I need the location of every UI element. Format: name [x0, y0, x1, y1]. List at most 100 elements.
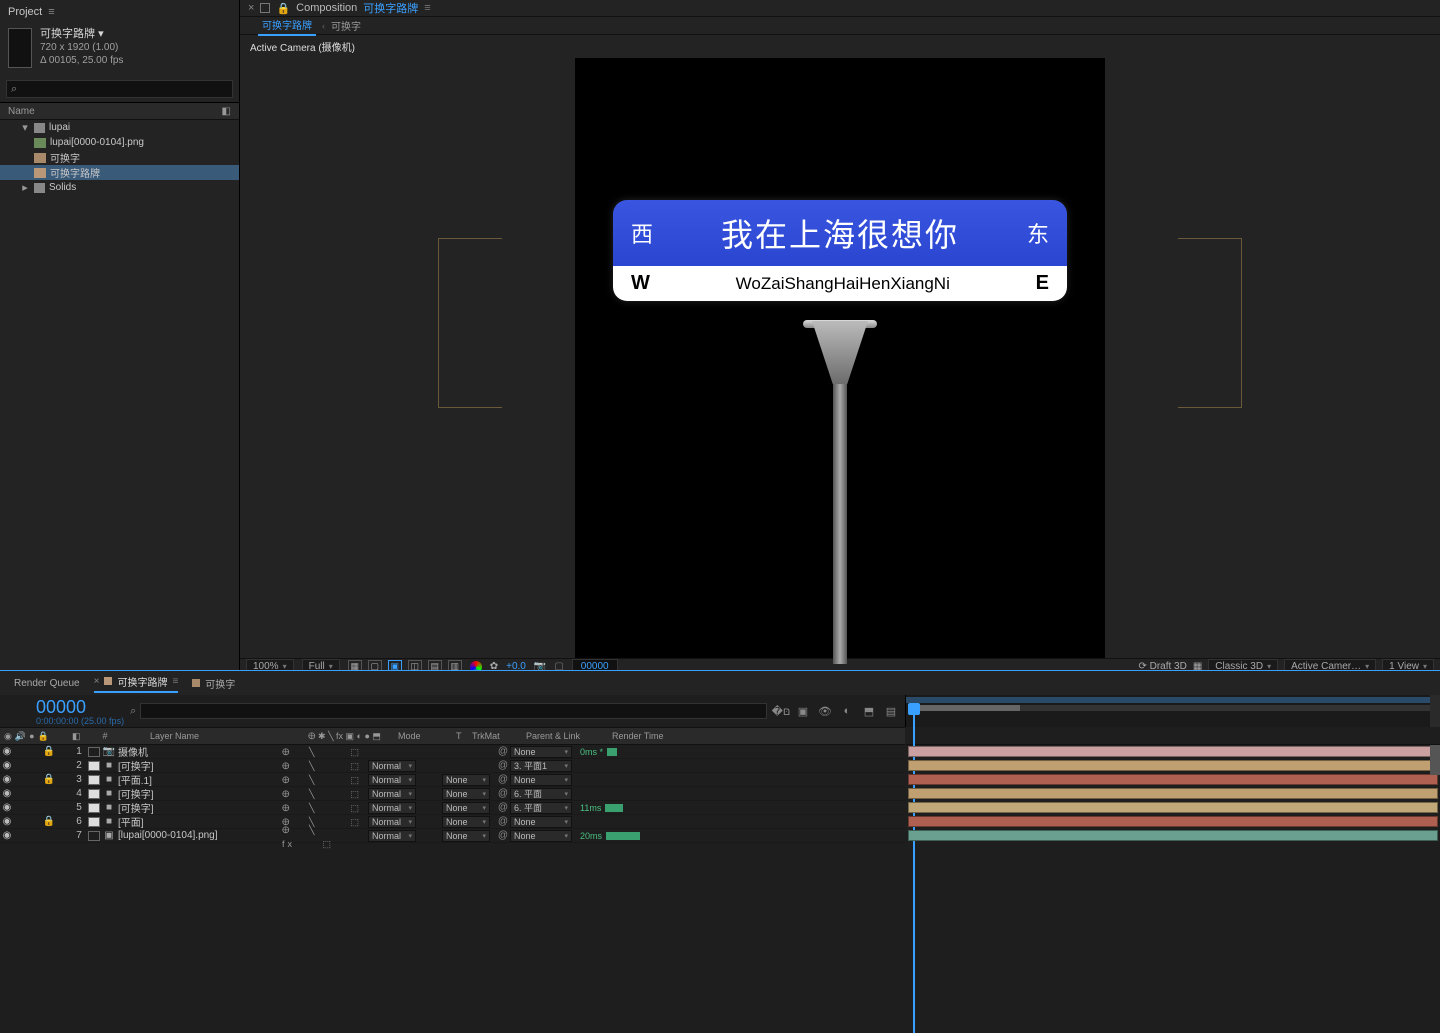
- visibility-toggle[interactable]: ◉: [0, 760, 14, 771]
- layer-duration-bar[interactable]: [908, 802, 1438, 813]
- visibility-toggle[interactable]: ◉: [0, 774, 14, 785]
- visibility-toggle[interactable]: ◉: [0, 746, 14, 757]
- trkmat-select[interactable]: None▾: [442, 830, 490, 842]
- item-sequence[interactable]: lupai[0000-0104].png: [0, 135, 239, 150]
- panel-menu-icon[interactable]: ≡: [48, 6, 54, 18]
- project-search-input[interactable]: [17, 81, 228, 98]
- close-tab-icon[interactable]: ×: [248, 2, 254, 14]
- visibility-toggle[interactable]: ◉: [0, 816, 14, 827]
- pickwhip-icon[interactable]: @: [496, 802, 510, 813]
- col-parent[interactable]: Parent & Link: [526, 731, 612, 741]
- trkmat-select[interactable]: None▾: [442, 802, 490, 814]
- project-search[interactable]: ⌕: [6, 80, 233, 98]
- lock-icon[interactable]: 🔒: [276, 2, 290, 15]
- tab-comp-name[interactable]: 可换字路牌: [363, 0, 418, 16]
- layer-name[interactable]: [平面.1]: [118, 772, 278, 787]
- layer-row[interactable]: ◉5■[可换字]🜨 ╲ ⬚Normal▾None▾@6. 平面▾11ms: [0, 801, 905, 815]
- breadcrumb-next[interactable]: 可换字: [331, 18, 361, 33]
- layer-row[interactable]: ◉🔒6■[平面]🜨 ╲ ⬚Normal▾None▾@None▾: [0, 815, 905, 829]
- layer-duration-bar[interactable]: [908, 816, 1438, 827]
- audio-col-icon[interactable]: 🔊: [15, 731, 26, 742]
- visibility-toggle[interactable]: ◉: [0, 802, 14, 813]
- work-area[interactable]: [906, 697, 1440, 703]
- layer-switches[interactable]: 🜨 ╲ fx ⬚: [278, 821, 368, 850]
- current-time[interactable]: 00000: [36, 697, 124, 718]
- layer-row[interactable]: ◉🔒3■[平面.1]🜨 ╲ ⬚Normal▾None▾@None▾: [0, 773, 905, 787]
- col-mode[interactable]: Mode: [398, 731, 456, 741]
- tab-comp-main[interactable]: ×可换字路牌≡: [94, 674, 179, 693]
- blend-mode-select[interactable]: Normal▾: [368, 760, 416, 772]
- comp-viewer[interactable]: 西 我在上海很想你 东 W WoZaiShangHaiHenXiangNi E: [240, 58, 1440, 658]
- comp-thumbnail[interactable]: [8, 28, 32, 68]
- item-comp2[interactable]: 可换字路牌: [0, 165, 239, 180]
- dropdown-icon[interactable]: ▾: [98, 28, 104, 40]
- label-icon[interactable]: ◧: [222, 106, 231, 117]
- timeline-vscroll[interactable]: [1430, 695, 1440, 727]
- pickwhip-icon[interactable]: @: [496, 774, 510, 785]
- col-layer-name[interactable]: Layer Name: [148, 731, 308, 741]
- blend-mode-select[interactable]: Normal▾: [368, 788, 416, 800]
- layer-duration-bar[interactable]: [908, 788, 1438, 799]
- lock-toggle[interactable]: 🔒: [42, 774, 56, 785]
- motion-blur-icon[interactable]: ⬒: [861, 703, 877, 719]
- lock-toggle[interactable]: 🔒: [42, 816, 56, 827]
- tab-render-queue[interactable]: Render Queue: [14, 678, 80, 689]
- trkmat-select[interactable]: None▾: [442, 816, 490, 828]
- layer-duration-bar[interactable]: [908, 830, 1438, 841]
- layer-name[interactable]: [平面]: [118, 814, 278, 829]
- col-trkmat[interactable]: TrkMat: [472, 731, 526, 741]
- visibility-toggle[interactable]: ◉: [0, 830, 14, 841]
- tab-menu-icon[interactable]: ≡: [424, 2, 430, 14]
- pickwhip-icon[interactable]: @: [496, 830, 510, 841]
- visibility-toggle[interactable]: ◉: [0, 788, 14, 799]
- parent-select[interactable]: 3. 平面1▾: [510, 760, 572, 772]
- draft-3d-icon[interactable]: ▣: [795, 703, 811, 719]
- comp-mini-flowchart-icon[interactable]: �םּ: [773, 703, 789, 719]
- layer-row[interactable]: ◉4■[可换字]🜨 ╲ ⬚Normal▾None▾@6. 平面▾: [0, 787, 905, 801]
- col-render-time[interactable]: Render Time: [612, 731, 682, 741]
- label-col-icon[interactable]: ◧: [72, 731, 96, 742]
- timeline-search-input[interactable]: [140, 703, 767, 719]
- tab-comp-sub[interactable]: 可换字: [192, 676, 235, 691]
- layer-name[interactable]: [可换字]: [118, 786, 278, 801]
- parent-select[interactable]: None▾: [510, 830, 572, 842]
- layer-row[interactable]: ◉7▣[lupai[0000-0104].png]🜨 ╲ fx ⬚Normal▾…: [0, 829, 905, 843]
- layer-duration-bar[interactable]: [908, 746, 1438, 757]
- graph-editor-icon[interactable]: ▤: [883, 703, 899, 719]
- trkmat-select[interactable]: None▾: [442, 788, 490, 800]
- frame-blend-icon[interactable]: ◐: [839, 703, 855, 719]
- video-col-icon[interactable]: ◉: [4, 731, 12, 742]
- parent-select[interactable]: None▾: [510, 774, 572, 786]
- layer-duration-bar[interactable]: [908, 760, 1438, 771]
- breadcrumb-active[interactable]: 可换字路牌: [258, 15, 316, 36]
- layer-duration-bar[interactable]: [908, 774, 1438, 785]
- parent-select[interactable]: None▾: [510, 746, 572, 758]
- parent-select[interactable]: 6. 平面▾: [510, 788, 572, 800]
- pickwhip-icon[interactable]: @: [496, 746, 510, 757]
- layer-name[interactable]: [lupai[0000-0104].png]: [118, 830, 278, 841]
- trkmat-select[interactable]: None▾: [442, 774, 490, 786]
- time-ruler[interactable]: 000050001000015000200002500030: [906, 695, 1440, 745]
- item-comp1[interactable]: 可换字: [0, 150, 239, 165]
- layer-name[interactable]: [可换字]: [118, 800, 278, 815]
- folder-solids[interactable]: ▸Solids: [0, 180, 239, 195]
- solo-col-icon[interactable]: ●: [29, 731, 34, 742]
- lock-col-icon[interactable]: 🔒: [38, 731, 49, 742]
- shy-icon[interactable]: 👁: [817, 703, 833, 719]
- layer-name[interactable]: [可换字]: [118, 758, 278, 773]
- lock-toggle[interactable]: 🔒: [42, 746, 56, 757]
- blend-mode-select[interactable]: Normal▾: [368, 802, 416, 814]
- parent-select[interactable]: 6. 平面▾: [510, 802, 572, 814]
- blend-mode-select[interactable]: Normal▾: [368, 774, 416, 786]
- column-name[interactable]: Name: [8, 106, 35, 117]
- blend-mode-select[interactable]: Normal▾: [368, 816, 416, 828]
- blend-mode-select[interactable]: Normal▾: [368, 830, 416, 842]
- parent-select[interactable]: None▾: [510, 816, 572, 828]
- pickwhip-icon[interactable]: @: [496, 816, 510, 827]
- pickwhip-icon[interactable]: @: [496, 760, 510, 771]
- layer-row[interactable]: ◉🔒1📷摄像机🜨 ╲ ⬚@None▾0ms *: [0, 745, 905, 759]
- pickwhip-icon[interactable]: @: [496, 788, 510, 799]
- col-t[interactable]: T: [456, 731, 472, 741]
- folder-lupai[interactable]: ▾lupai: [0, 120, 239, 135]
- layer-name[interactable]: 摄像机: [118, 744, 278, 759]
